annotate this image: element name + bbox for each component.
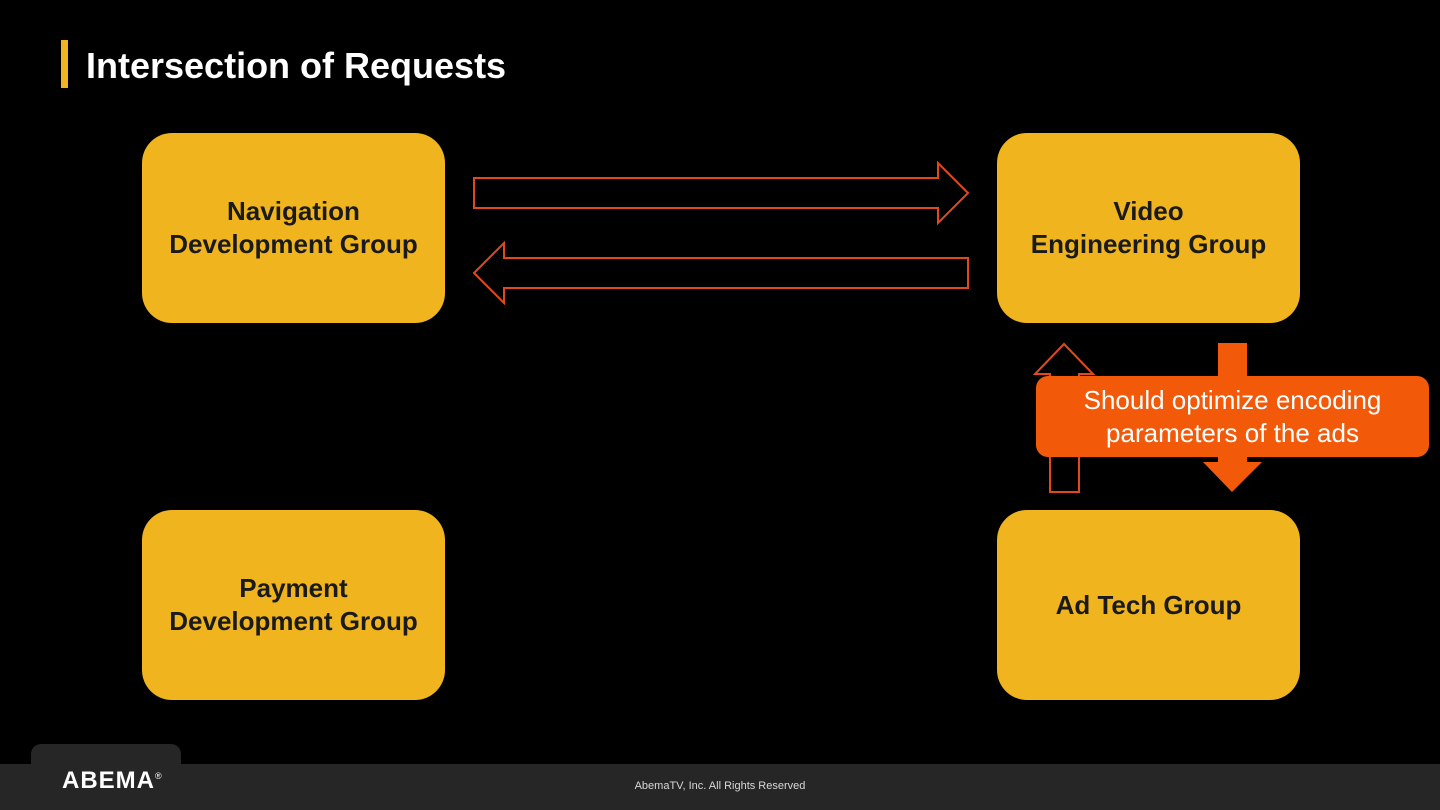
adtech-group-box: Ad Tech Group <box>997 510 1300 700</box>
video-group-box: Video Engineering Group <box>997 133 1300 323</box>
copyright-text: AbemaTV, Inc. All Rights Reserved <box>634 780 806 792</box>
payment-group-box: Payment Development Group <box>142 510 445 700</box>
arrow-video-to-nav <box>472 240 969 306</box>
slide: Intersection of Requests Navigation Deve… <box>0 0 1440 810</box>
arrow-nav-to-video <box>473 160 970 226</box>
callout-encoding-note: Should optimize encoding parameters of t… <box>1036 376 1429 457</box>
navigation-group-box: Navigation Development Group <box>142 133 445 323</box>
